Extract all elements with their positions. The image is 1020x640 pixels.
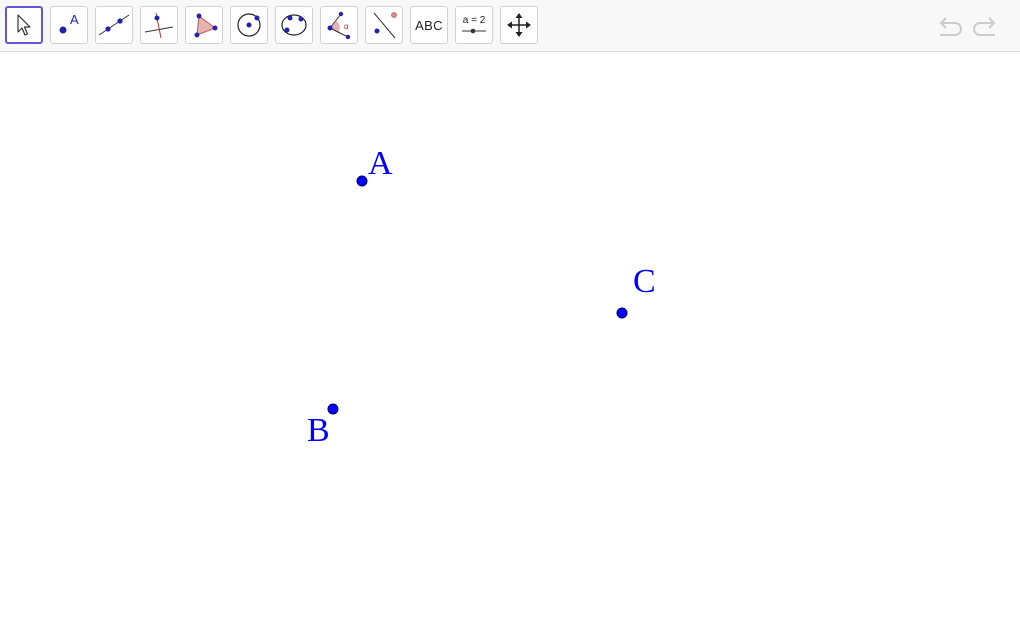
slider-tool-button[interactable]: a = 2 — [455, 6, 493, 44]
point-b-label[interactable]: B — [307, 412, 330, 449]
toolbar: A α ABC a = 2 — [0, 0, 1020, 52]
text-tool-button[interactable]: ABC — [410, 6, 448, 44]
move-view-tool-button[interactable] — [500, 6, 538, 44]
point-tool-label: A — [70, 12, 79, 27]
slider-icon: a = 2 — [462, 15, 486, 34]
slider-tool-label: a = 2 — [463, 15, 486, 26]
move-graphics-view-icon — [507, 13, 531, 37]
point-a-label[interactable]: A — [368, 145, 393, 182]
redo-icon — [973, 17, 996, 36]
move-tool-button[interactable] — [5, 6, 43, 44]
reflect-about-line-icon — [373, 12, 397, 39]
perpendicular-tool-button[interactable] — [140, 6, 178, 44]
text-tool-label: ABC — [415, 17, 443, 33]
perpendicular-line-icon — [144, 12, 174, 39]
point-icon: A — [59, 12, 79, 34]
point-c[interactable] — [616, 307, 628, 319]
undo-icon — [939, 17, 962, 36]
conic-five-points-icon — [281, 14, 307, 36]
reflect-tool-button[interactable] — [365, 6, 403, 44]
undo-button[interactable] — [934, 14, 964, 40]
point-c-label[interactable]: C — [633, 263, 656, 300]
geogebra-app: A α ABC a = 2 A B C — [0, 0, 1020, 640]
graphics-view[interactable]: A B C — [0, 53, 1020, 640]
graphics-canvas[interactable]: A B C — [0, 53, 1020, 640]
conic-tool-button[interactable] — [275, 6, 313, 44]
point-a[interactable] — [356, 175, 368, 187]
line-tool-button[interactable] — [95, 6, 133, 44]
circle-center-point-icon — [237, 13, 261, 37]
polygon-icon — [194, 13, 218, 38]
svg-text:α: α — [344, 22, 349, 31]
angle-icon: α — [327, 11, 351, 40]
move-cursor-icon — [17, 14, 31, 36]
angle-tool-button[interactable]: α — [320, 6, 358, 44]
circle-tool-button[interactable] — [230, 6, 268, 44]
point-tool-button[interactable]: A — [50, 6, 88, 44]
polygon-tool-button[interactable] — [185, 6, 223, 44]
line-icon — [98, 14, 130, 36]
redo-button[interactable] — [971, 14, 1001, 40]
